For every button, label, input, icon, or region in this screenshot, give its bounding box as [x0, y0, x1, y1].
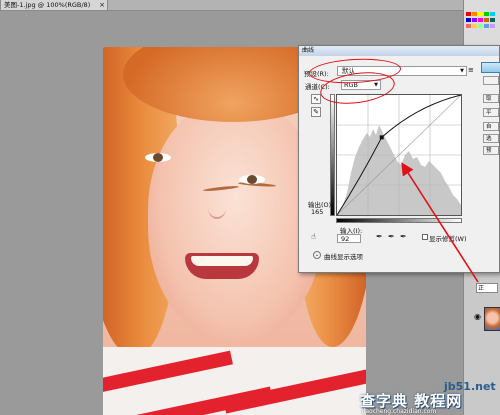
annotation-arrow	[401, 162, 479, 283]
watermark-url: jiaocheng.chazidian.com	[362, 408, 437, 415]
watermark: jb51.net 查字典 教程网 jiaocheng.chazidian.com	[356, 380, 500, 415]
photoshop-workspace: 美图-1.jpg @ 100%(RGB/8) × 正 ◉ 曲线 预设(R): 默…	[0, 0, 500, 415]
